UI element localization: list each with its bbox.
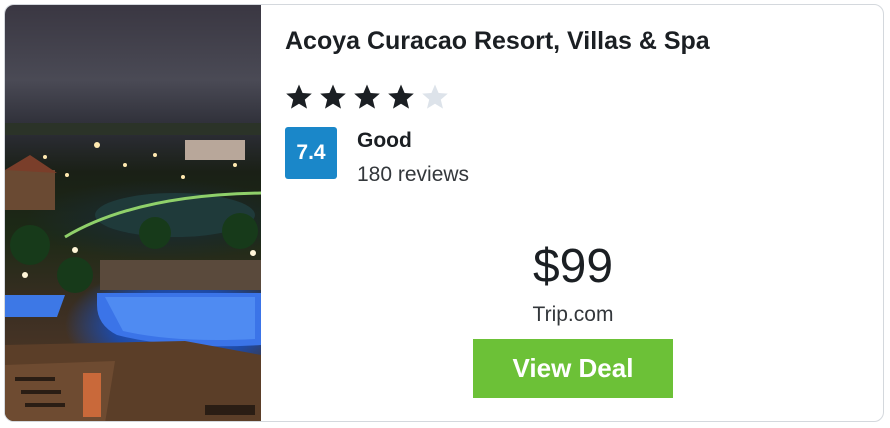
- star-empty-icon: [422, 84, 448, 109]
- deal-provider: Trip.com: [532, 303, 614, 326]
- star-filled-icon: [286, 84, 312, 109]
- view-deal-button[interactable]: View Deal: [473, 339, 673, 398]
- star-rating: [285, 83, 449, 111]
- rating-label: Good: [357, 129, 412, 152]
- hotel-deal-card: Acoya Curacao Resort, Villas & Spa 7.4 G…: [4, 4, 884, 422]
- hotel-name[interactable]: Acoya Curacao Resort, Villas & Spa: [285, 27, 710, 56]
- star-filled-icon: [320, 84, 346, 109]
- resort-night-scene-image: [5, 123, 261, 421]
- star-filled-icon: [354, 84, 380, 109]
- review-count-link[interactable]: 180 reviews: [357, 163, 469, 187]
- review-score-badge: 7.4: [285, 127, 337, 179]
- deal-price: $99: [532, 240, 614, 293]
- star-filled-icon: [388, 84, 414, 109]
- hotel-photo[interactable]: [5, 5, 261, 421]
